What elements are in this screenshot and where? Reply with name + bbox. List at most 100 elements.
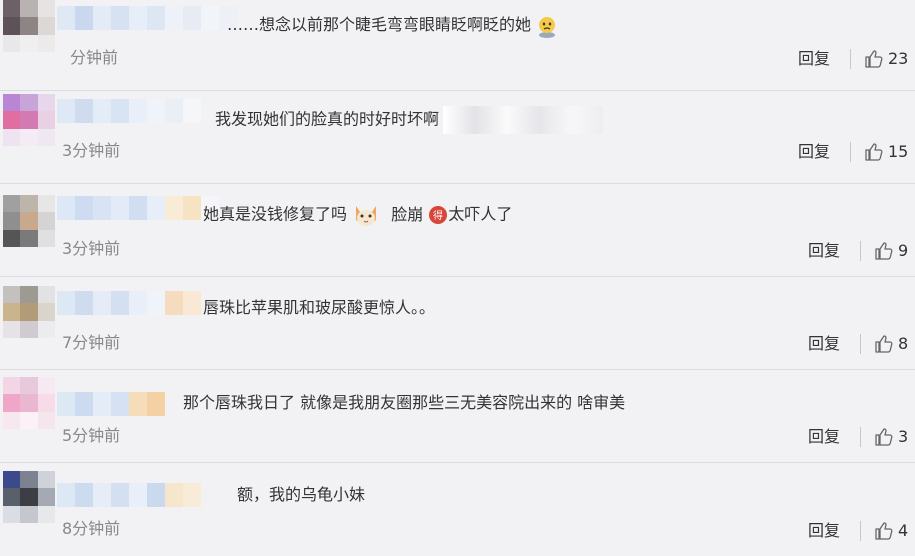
mosaic-cell <box>93 196 111 220</box>
username-blurred[interactable] <box>57 196 219 220</box>
like-button[interactable]: 4 <box>874 519 908 543</box>
avatar[interactable] <box>3 377 55 429</box>
mosaic-cell <box>183 6 201 30</box>
mosaic-cell <box>147 291 165 315</box>
mosaic-cell <box>129 483 147 507</box>
mosaic-cell <box>3 212 21 230</box>
mosaic-cell <box>3 505 21 523</box>
mosaic-cell <box>93 99 111 123</box>
mosaic-cell <box>183 291 201 315</box>
mosaic-cell <box>183 483 201 507</box>
thumbs-up-icon <box>865 143 883 161</box>
mosaic-cell <box>165 291 183 315</box>
comment-time: 3分钟前 <box>62 239 121 258</box>
mosaic-cell <box>75 483 93 507</box>
comment-time: 3分钟前 <box>62 141 121 160</box>
comment-text: 那个唇珠我日了 就像是我朋友圈那些三无美容院出来的 啥审美 <box>183 393 626 412</box>
like-button[interactable]: 8 <box>874 332 908 356</box>
mosaic-cell <box>20 505 38 523</box>
comment-text: 唇珠比苹果肌和玻尿酸更惊人。。 <box>203 298 436 317</box>
avatar[interactable] <box>3 94 55 146</box>
mosaic-cell <box>3 320 21 338</box>
mosaic-cell <box>57 196 75 220</box>
mosaic-cell <box>147 483 165 507</box>
mosaic-cell <box>129 392 147 416</box>
mosaic-cell <box>37 0 55 18</box>
username-blurred[interactable] <box>57 99 201 123</box>
crying-emoji-icon <box>539 16 556 38</box>
mosaic-cell <box>37 303 55 321</box>
like-count: 3 <box>898 427 909 446</box>
comment-time: 5分钟前 <box>62 426 121 445</box>
mosaic-cell <box>147 6 165 30</box>
avatar[interactable] <box>3 471 55 523</box>
blurred-text <box>443 106 604 134</box>
mosaic-cell <box>20 94 38 112</box>
mosaic-cell <box>20 17 38 35</box>
mosaic-cell <box>20 128 38 146</box>
mosaic-cell <box>37 488 55 506</box>
username-blurred[interactable] <box>57 483 201 507</box>
mosaic-cell <box>3 471 21 489</box>
mosaic-cell <box>37 195 55 213</box>
avatar[interactable] <box>3 195 55 247</box>
like-button[interactable]: 23 <box>864 47 908 71</box>
comment-text: 她真是没钱修复了吗 脸崩 得 太吓人了 <box>203 202 512 228</box>
mosaic-cell <box>93 483 111 507</box>
thumbs-up-icon <box>875 428 893 446</box>
username-blurred[interactable] <box>57 291 201 315</box>
comment-item: 我发现她们的脸真的时好时坏啊 3分钟前 回复 15 <box>0 91 915 184</box>
mosaic-cell <box>3 111 21 129</box>
mosaic-cell <box>3 411 21 429</box>
mosaic-cell <box>129 196 147 220</box>
mosaic-cell <box>20 229 38 247</box>
mosaic-cell <box>3 286 21 304</box>
avatar[interactable] <box>3 286 55 338</box>
mosaic-cell <box>37 128 55 146</box>
mosaic-cell <box>183 99 201 123</box>
mosaic-cell <box>37 111 55 129</box>
comment-text: ……想念以前那个睫毛弯弯眼睛眨啊眨的她 <box>227 13 558 38</box>
like-count: 9 <box>898 241 909 260</box>
mosaic-cell <box>3 0 21 18</box>
comment-text: 我发现她们的脸真的时好时坏啊 <box>215 106 604 134</box>
mosaic-cell <box>57 6 75 30</box>
reply-button[interactable]: 回复 <box>798 140 830 164</box>
like-button[interactable]: 9 <box>874 239 908 263</box>
mosaic-cell <box>20 212 38 230</box>
reply-button[interactable]: 回复 <box>808 332 840 356</box>
reply-button[interactable]: 回复 <box>808 519 840 543</box>
divider <box>860 334 861 354</box>
mosaic-cell <box>3 377 21 395</box>
mosaic-cell <box>37 229 55 247</box>
mosaic-cell <box>37 212 55 230</box>
mosaic-cell <box>57 99 75 123</box>
mosaic-cell <box>111 6 129 30</box>
mosaic-cell <box>20 471 38 489</box>
username-blurred[interactable] <box>57 6 237 30</box>
like-count: 4 <box>898 521 909 540</box>
mosaic-cell <box>75 196 93 220</box>
mosaic-cell <box>93 392 111 416</box>
username-blurred[interactable] <box>57 392 165 416</box>
mosaic-cell <box>57 291 75 315</box>
avatar[interactable] <box>3 0 55 52</box>
reply-button[interactable]: 回复 <box>808 239 840 263</box>
svg-text:得: 得 <box>433 210 443 222</box>
reply-button[interactable]: 回复 <box>798 47 830 71</box>
mosaic-cell <box>57 483 75 507</box>
like-button[interactable]: 15 <box>864 140 908 164</box>
mosaic-cell <box>75 392 93 416</box>
thumbs-up-icon <box>875 242 893 260</box>
mosaic-cell <box>20 34 38 52</box>
like-button[interactable]: 3 <box>874 425 908 449</box>
mosaic-cell <box>37 505 55 523</box>
comment-text: 额，我的乌龟小妹 <box>237 485 366 504</box>
mosaic-cell <box>75 6 93 30</box>
mosaic-cell <box>20 411 38 429</box>
reply-button[interactable]: 回复 <box>808 425 840 449</box>
mosaic-cell <box>201 6 219 30</box>
mosaic-cell <box>165 196 183 220</box>
mosaic-cell <box>20 377 38 395</box>
mosaic-cell <box>75 291 93 315</box>
